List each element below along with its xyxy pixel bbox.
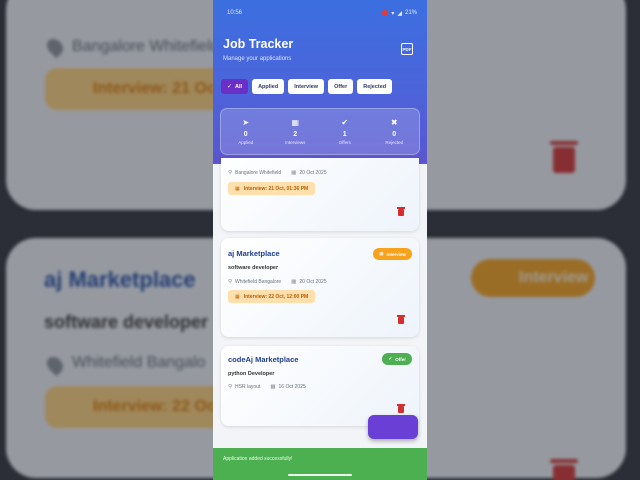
gesture-nav-bar[interactable] <box>288 474 352 476</box>
delete-icon[interactable] <box>397 315 405 324</box>
phone-screen: 10:56 ▾ ◢ 21% Job Tracker Manage your ap… <box>213 0 427 480</box>
bg-role-2: software developer <box>44 312 209 332</box>
bg-trash-icon-2 <box>550 459 578 480</box>
card-meta: ⚲ HSR layout ▦ 16 Oct 2025 <box>228 384 306 390</box>
filter-chip-applied[interactable]: Applied <box>252 79 285 94</box>
application-card[interactable]: codeAj Marketplace ✔ Offer python Develo… <box>221 346 419 426</box>
filter-chip-interview[interactable]: Interview <box>288 79 325 94</box>
card-role: python Developer <box>228 371 275 377</box>
calendar-icon: ▦ <box>291 279 297 285</box>
application-card[interactable]: aj Marketplace ▦ Interview software deve… <box>221 238 419 337</box>
bg-location-2: Whitefield Bangalo <box>72 354 206 371</box>
card-location: HSR layout <box>235 384 261 390</box>
cancel-circle-icon: ✖ <box>390 118 398 127</box>
add-application-button[interactable] <box>368 415 418 439</box>
bg-badge-2: Interview <box>471 259 595 297</box>
card-meta: ⚲ Whitefield Bangalore ▦ 20 Oct 2025 <box>228 279 327 285</box>
pdf-export-icon[interactable]: PDF <box>401 43 413 55</box>
bg-location-1: Bangalore Whitefield <box>72 38 220 55</box>
location-icon: ⚲ <box>228 279 233 285</box>
stat-applied: ➤ 0 Applied <box>238 118 254 145</box>
card-date: 20 Oct 2025 <box>299 170 327 176</box>
signal-icon: ◢ <box>397 10 402 17</box>
notification-dot-icon <box>382 10 389 16</box>
snackbar-message: Application added successfully! <box>223 456 293 462</box>
send-icon: ➤ <box>242 118 250 127</box>
card-role: software developer <box>228 265 279 271</box>
filter-chip-offer[interactable]: Offer <box>328 79 354 94</box>
delete-icon[interactable] <box>397 404 405 413</box>
battery-label: 21% <box>404 10 417 16</box>
filter-chip-rejected[interactable]: Rejected <box>357 79 393 94</box>
check-circle-icon: ✔ <box>341 118 349 127</box>
delete-icon[interactable] <box>397 207 405 216</box>
stat-rejected: ✖ 0 Rejected <box>385 118 404 145</box>
calendar-icon: ▦ <box>291 170 297 176</box>
status-time: 10:56 <box>227 10 243 16</box>
calendar-icon: ▦ <box>270 384 276 390</box>
card-company: aj Marketplace <box>228 249 280 258</box>
calendar-icon: ▦ <box>291 118 300 127</box>
bg-company-2: aj Marketplace <box>44 267 196 292</box>
check-icon: ✓ <box>227 84 233 90</box>
interview-chip: ▦ Interview: 22 Oct, 12:00 PM <box>228 290 316 303</box>
status-badge: ▦ Interview <box>373 248 412 260</box>
status-bar: 10:56 ▾ ◢ 21% <box>213 0 427 26</box>
wifi-icon: ▾ <box>391 10 395 17</box>
card-date: 16 Oct 2025 <box>278 384 306 390</box>
card-company: codeAj Marketplace <box>228 355 299 364</box>
stats-panel: ➤ 0 Applied ▦ 2 Interviews ✔ 1 Offers ✖ … <box>220 108 420 155</box>
calendar-icon: ▦ <box>379 251 384 256</box>
bg-trash-icon <box>550 141 578 173</box>
app-header: 10:56 ▾ ◢ 21% Job Tracker Manage your ap… <box>213 0 427 164</box>
card-date: 20 Oct 2025 <box>299 279 327 285</box>
location-icon: ⚲ <box>228 384 233 390</box>
application-card[interactable]: ⚲ Bangalore Whitefield ▦ 20 Oct 2025 ▦ Int… <box>221 158 419 231</box>
stat-offers: ✔ 1 Offers <box>338 118 351 145</box>
filter-chips: ✓ All Applied Interview Offer Rejected <box>221 79 393 94</box>
application-list: ⚲ Bangalore Whitefield ▦ 20 Oct 2025 ▦ Int… <box>213 158 427 448</box>
check-circle-icon: ✔ <box>388 356 393 361</box>
status-badge: ✔ Offer <box>382 353 412 365</box>
filter-chip-all[interactable]: ✓ All <box>221 79 249 94</box>
calendar-icon: ▦ <box>235 185 240 192</box>
stat-interviews: ▦ 2 Interviews <box>285 118 306 145</box>
bg-interview-2: Interview: 22 Oc <box>45 386 235 428</box>
page-subtitle: Manage your applications <box>223 56 292 62</box>
interview-chip: ▦ Interview: 21 Oct, 01:36 PM <box>228 182 316 195</box>
page-title: Job Tracker <box>223 37 294 51</box>
card-location: Bangalore Whitefield <box>235 170 282 176</box>
location-icon: ⚲ <box>228 170 233 176</box>
bg-interview-1: Interview: 21 Oct <box>45 68 235 110</box>
card-location: Whitefield Bangalore <box>235 279 282 285</box>
calendar-icon: ▦ <box>235 293 240 300</box>
card-meta: ⚲ Bangalore Whitefield ▦ 20 Oct 2025 <box>228 170 327 176</box>
